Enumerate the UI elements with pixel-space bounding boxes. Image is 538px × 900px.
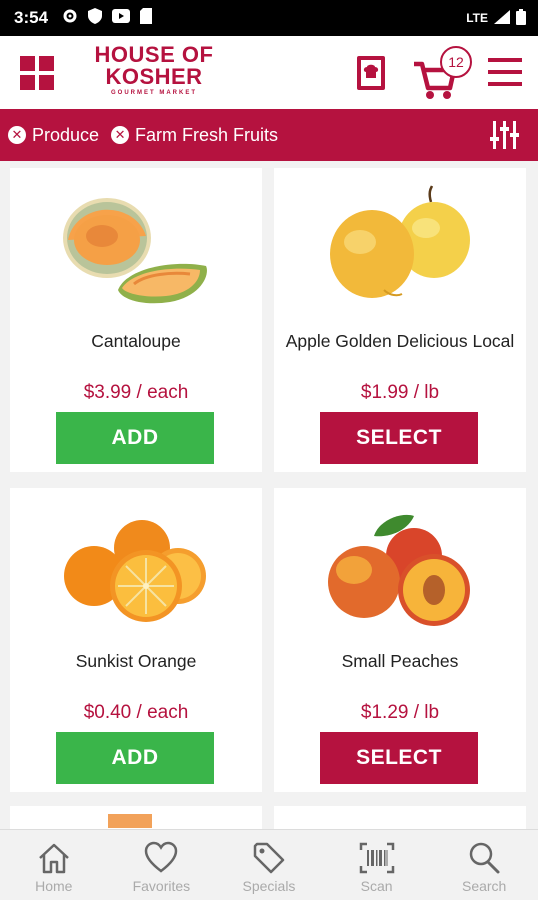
heart-icon [145,841,178,873]
filter-chip-farm-fresh-fruits[interactable]: ✕ Farm Fresh Fruits [111,125,278,146]
nav-favorites[interactable]: Favorites [108,830,216,900]
nav-home[interactable]: Home [0,830,108,900]
nav-label: Search [461,878,507,894]
status-time: 3:54 [14,8,49,27]
cart-count-badge: 12 [440,46,472,78]
nav-label: Specials [242,878,296,894]
logo-tagline: GOURMET MARKET [111,90,197,96]
status-bar: 3:54 LTE [0,0,538,36]
nav-search[interactable]: Search [430,830,538,900]
nav-scan[interactable]: Scan [323,830,431,900]
product-image-oranges[interactable] [10,498,262,628]
battery-icon [516,8,526,28]
filter-bar: ✕ Produce ✕ Farm Fresh Fruits [0,109,538,161]
cart-button[interactable]: 12 [412,44,474,100]
departments-grid-icon[interactable] [20,56,54,90]
barcode-icon [359,842,394,874]
sd-card-icon [140,7,153,29]
logo-line-2: KOSHER [105,64,203,89]
nav-label: Scan [360,878,393,894]
product-card[interactable] [274,806,526,829]
product-image-cantaloupe[interactable] [10,178,262,308]
store-logo[interactable]: HOUSE OF KOSHER GOURMET MARKET [84,44,224,102]
filter-chip-produce[interactable]: ✕ Produce [8,125,99,146]
product-card[interactable]: Small Peaches $1.29 / lb SELECT [274,488,526,792]
remove-filter-icon[interactable]: ✕ [111,126,130,144]
product-name[interactable]: Small Peaches [284,650,516,673]
add-to-cart-button[interactable]: ADD [56,732,214,784]
search-icon [469,842,500,874]
app-header: HOUSE OF KOSHER GOURMET MARKET 12 [0,36,538,109]
product-name[interactable]: Cantaloupe [20,330,252,353]
youtube-icon [112,8,131,28]
tag-icon [253,842,285,874]
network-type: LTE [466,11,488,25]
product-card[interactable]: Apple Golden Delicious Local $1.99 / lb … [274,168,526,472]
product-price: $1.99 / lb [360,382,440,403]
shield-icon [88,7,103,29]
nav-specials[interactable]: Specials [215,830,323,900]
home-icon [38,843,69,874]
select-option-button[interactable]: SELECT [320,732,478,784]
product-image-peaches[interactable] [274,498,526,628]
product-price: $1.29 / lb [360,702,440,723]
product-card[interactable] [10,806,262,829]
select-option-button[interactable]: SELECT [320,412,478,464]
product-name[interactable]: Sunkist Orange [20,650,252,673]
product-grid: Cantaloupe $3.99 / each ADD Apple Golden… [0,161,538,829]
nav-label: Favorites [132,878,191,894]
product-price: $3.99 / each [83,382,189,403]
filter-sliders-icon[interactable] [490,121,520,149]
filter-chip-label: Produce [32,124,100,145]
product-image-partial [108,814,152,828]
add-to-cart-button[interactable]: ADD [56,412,214,464]
filter-chip-label: Farm Fresh Fruits [135,124,279,145]
remove-filter-icon[interactable]: ✕ [8,126,26,144]
logo-line-1: HOUSE OF [94,42,214,67]
nav-label: Home [35,878,73,894]
product-name[interactable]: Apple Golden Delicious Local [284,330,516,353]
settings-gear-icon [62,8,78,29]
hamburger-menu-icon[interactable] [488,56,522,88]
bottom-navigation: Home Favorites Specials Scan Search [0,829,538,900]
signal-icon [494,9,510,27]
product-card[interactable]: Sunkist Orange $0.40 / each ADD [10,488,262,792]
product-card[interactable]: Cantaloupe $3.99 / each ADD [10,168,262,472]
product-price: $0.40 / each [83,702,189,723]
recipe-book-icon[interactable] [355,56,387,90]
product-image-golden-apples[interactable] [274,178,526,308]
